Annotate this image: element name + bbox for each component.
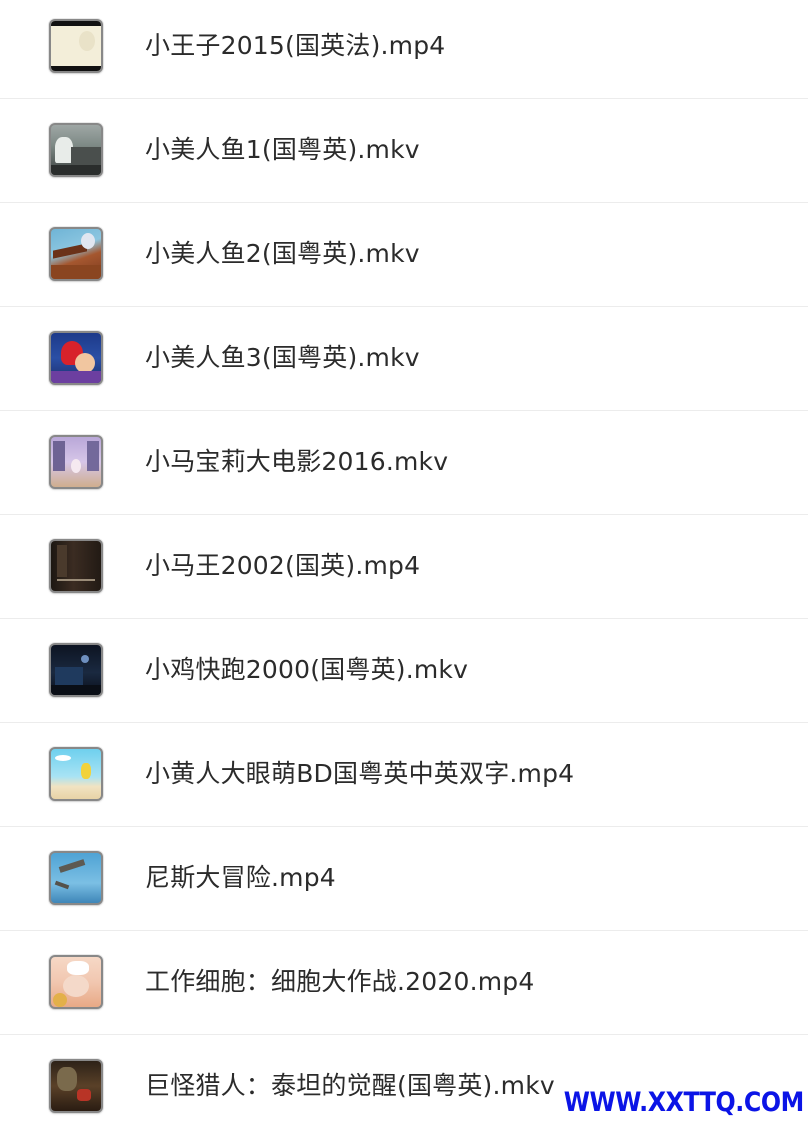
file-name: 工作细胞：细胞大作战.2020.mp4: [145, 967, 535, 996]
video-thumbnail: [49, 435, 103, 489]
file-row[interactable]: 尼斯大冒险.mp4: [0, 827, 808, 931]
video-thumbnail: [49, 539, 103, 593]
file-name: 小鸡快跑2000(国粤英).mkv: [145, 655, 469, 684]
file-row[interactable]: 小黄人大眼萌BD国粤英中英双字.mp4: [0, 723, 808, 827]
video-thumbnail: [49, 643, 103, 697]
video-thumbnail: [49, 123, 103, 177]
file-row[interactable]: 小鸡快跑2000(国粤英).mkv: [0, 619, 808, 723]
file-row[interactable]: 小美人鱼2(国粤英).mkv: [0, 203, 808, 307]
video-thumbnail: [49, 331, 103, 385]
file-name: 小美人鱼1(国粤英).mkv: [145, 135, 420, 164]
video-thumbnail: [49, 747, 103, 801]
video-thumbnail: [49, 1059, 103, 1113]
file-name: 巨怪猎人：泰坦的觉醒(国粤英).mkv: [145, 1071, 555, 1100]
video-thumbnail: [49, 19, 103, 73]
file-row[interactable]: 小美人鱼1(国粤英).mkv: [0, 99, 808, 203]
file-row[interactable]: 小马王2002(国英).mp4: [0, 515, 808, 619]
file-row[interactable]: 小马宝莉大电影2016.mkv: [0, 411, 808, 515]
file-name: 小美人鱼3(国粤英).mkv: [145, 343, 420, 372]
file-row[interactable]: 小王子2015(国英法).mp4: [0, 0, 808, 99]
file-list: 小王子2015(国英法).mp4 小美人鱼1(国粤英).mkv 小美人鱼2(国粤…: [0, 0, 808, 1138]
watermark: WWW.XXTTQ.COM: [563, 1087, 805, 1118]
file-name: 小马王2002(国英).mp4: [145, 551, 421, 580]
file-name: 尼斯大冒险.mp4: [145, 863, 336, 892]
video-thumbnail: [49, 955, 103, 1009]
file-name: 小黄人大眼萌BD国粤英中英双字.mp4: [145, 759, 575, 788]
file-row[interactable]: 小美人鱼3(国粤英).mkv: [0, 307, 808, 411]
file-row[interactable]: 工作细胞：细胞大作战.2020.mp4: [0, 931, 808, 1035]
video-thumbnail: [49, 851, 103, 905]
file-name: 小美人鱼2(国粤英).mkv: [145, 239, 420, 268]
video-thumbnail: [49, 227, 103, 281]
file-name: 小马宝莉大电影2016.mkv: [145, 447, 449, 476]
file-name: 小王子2015(国英法).mp4: [145, 31, 446, 60]
